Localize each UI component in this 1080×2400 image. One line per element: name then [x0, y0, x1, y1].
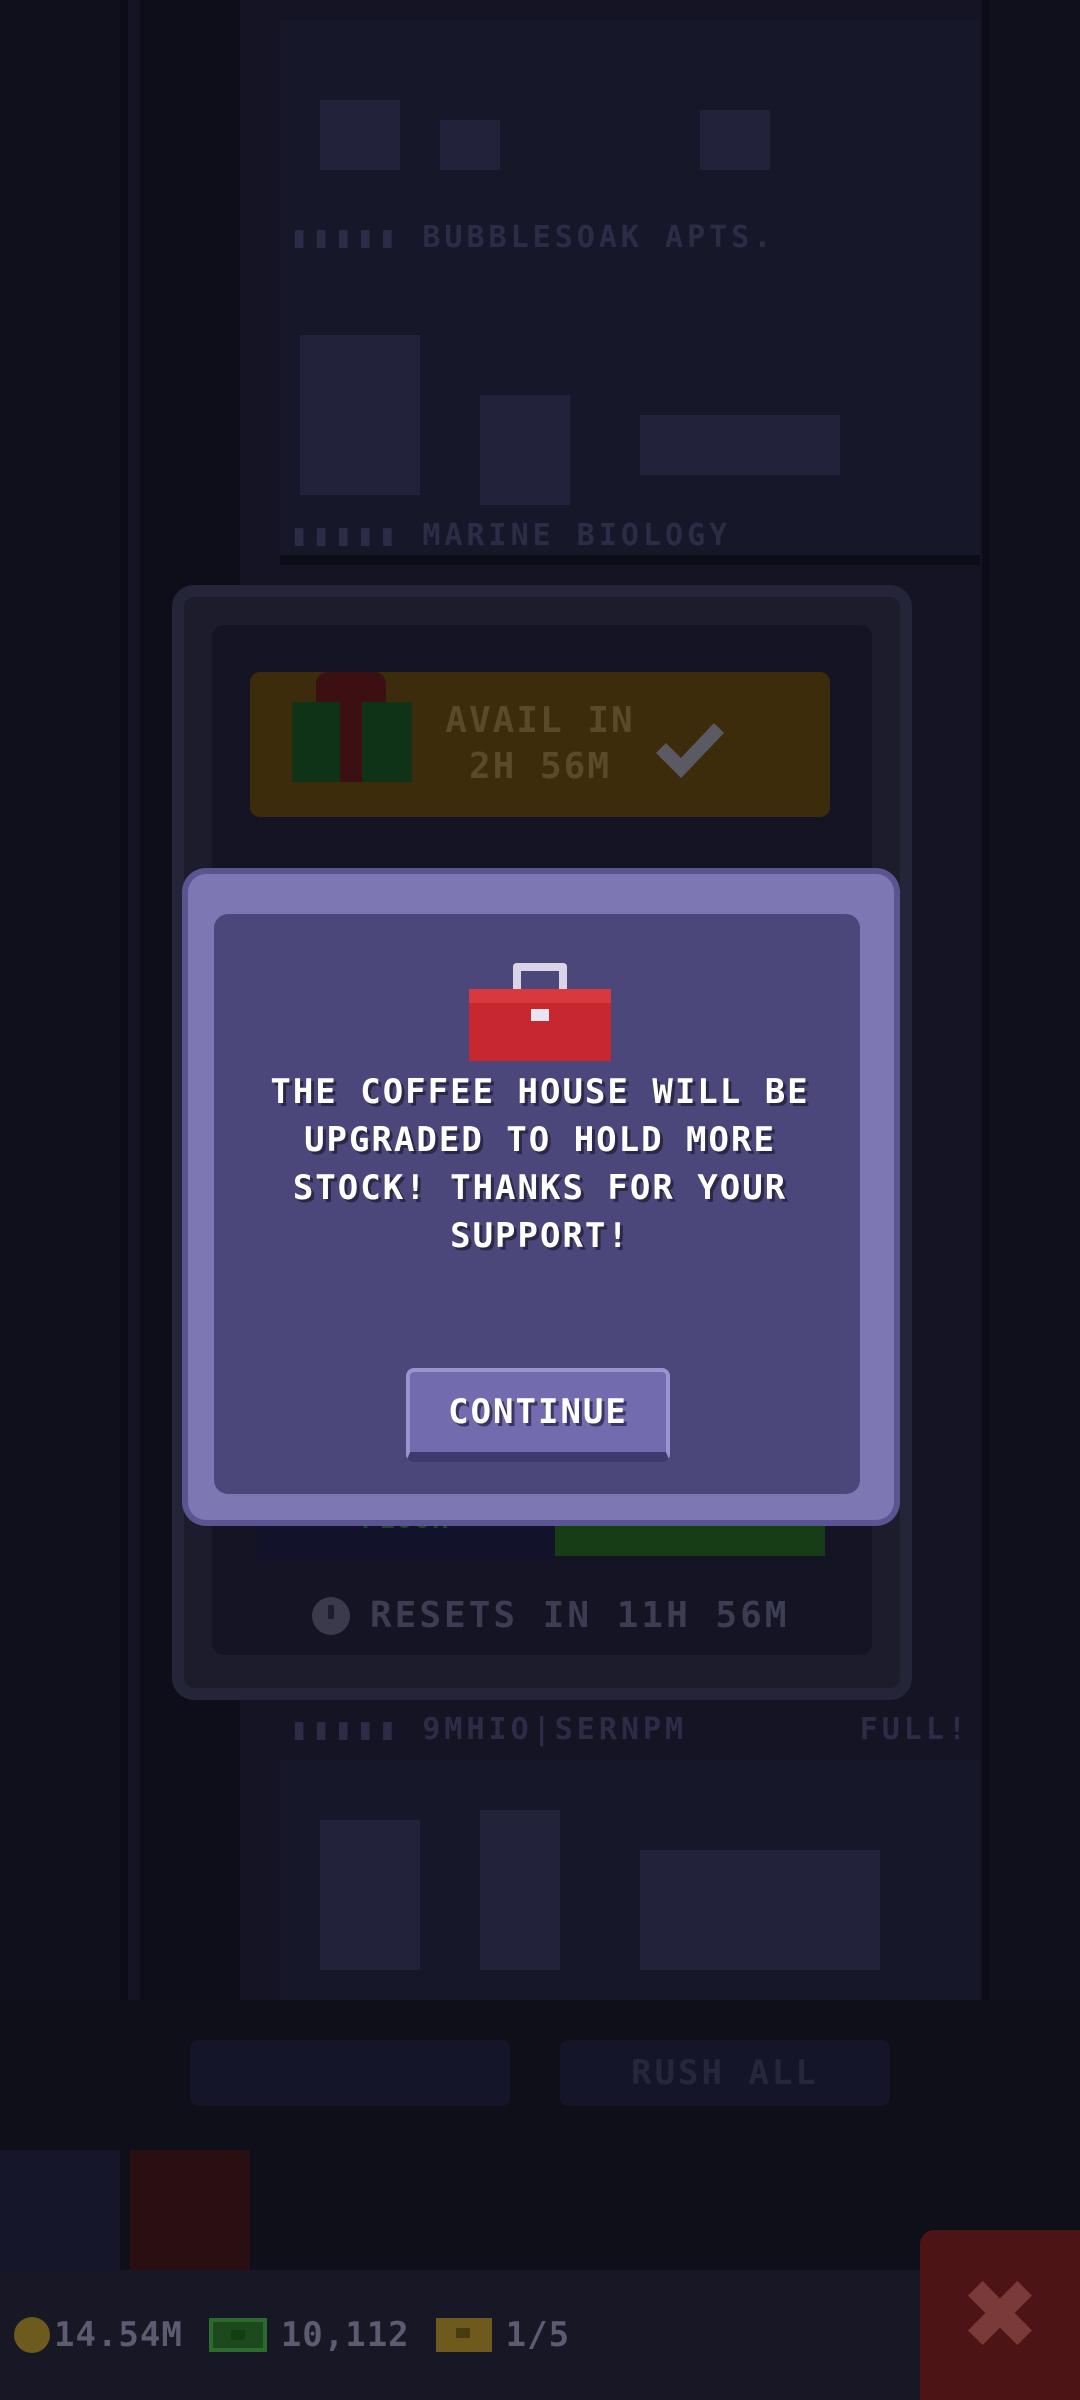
- side-tile-left[interactable]: [0, 2150, 120, 2270]
- bux-icon: [208, 2318, 267, 2352]
- bux-value: 10,112: [280, 2315, 410, 2355]
- reset-timer-text: RESETS IN 11H 56M: [370, 1595, 790, 1636]
- bux-counter: 10,112: [208, 2315, 410, 2355]
- close-icon: ✖: [959, 2259, 1041, 2371]
- gift-availability-text: AVAIL IN 2H 56M: [445, 700, 635, 787]
- checkmark-icon: [656, 723, 725, 778]
- floor-status: FULL!: [859, 1712, 970, 1747]
- floor-label: ▮▮▮▮▮ MARINE BIOLOGY: [290, 518, 732, 553]
- floor-label: ▮▮▮▮▮ 9MHIO|SERNPM: [290, 1712, 688, 1747]
- side-tile-red[interactable]: [130, 2150, 250, 2270]
- clock-icon: [312, 1596, 350, 1635]
- continue-button[interactable]: CONTINUE: [406, 1368, 670, 1462]
- reset-timer: RESETS IN 11H 56M: [312, 1595, 789, 1636]
- rush-all-button[interactable]: RUSH ALL: [560, 2040, 890, 2106]
- continue-button-label: CONTINUE: [448, 1392, 628, 1432]
- floor-room: [280, 20, 980, 310]
- tickets-value: 1/5: [505, 2315, 571, 2355]
- toolbox-icon: [469, 963, 611, 1061]
- close-button[interactable]: ✖: [920, 2230, 1080, 2400]
- coin-icon: [14, 2317, 50, 2353]
- currency-hud: 14.54M 10,112 1/5: [0, 2270, 1080, 2400]
- action-button-left[interactable]: [190, 2040, 510, 2106]
- gift-icon: [292, 672, 412, 782]
- coins-counter: 14.54M: [14, 2315, 183, 2355]
- ticket-icon: [435, 2318, 492, 2352]
- coins-value: 14.54M: [54, 2315, 183, 2355]
- tickets-counter: 1/5: [435, 2315, 571, 2355]
- floor-label: ▮▮▮▮▮ BUBBLESOAK APTS.: [290, 220, 776, 255]
- dialog-message: THE COFFEE HOUSE WILL BE UPGRADED TO HOL…: [270, 1072, 810, 1256]
